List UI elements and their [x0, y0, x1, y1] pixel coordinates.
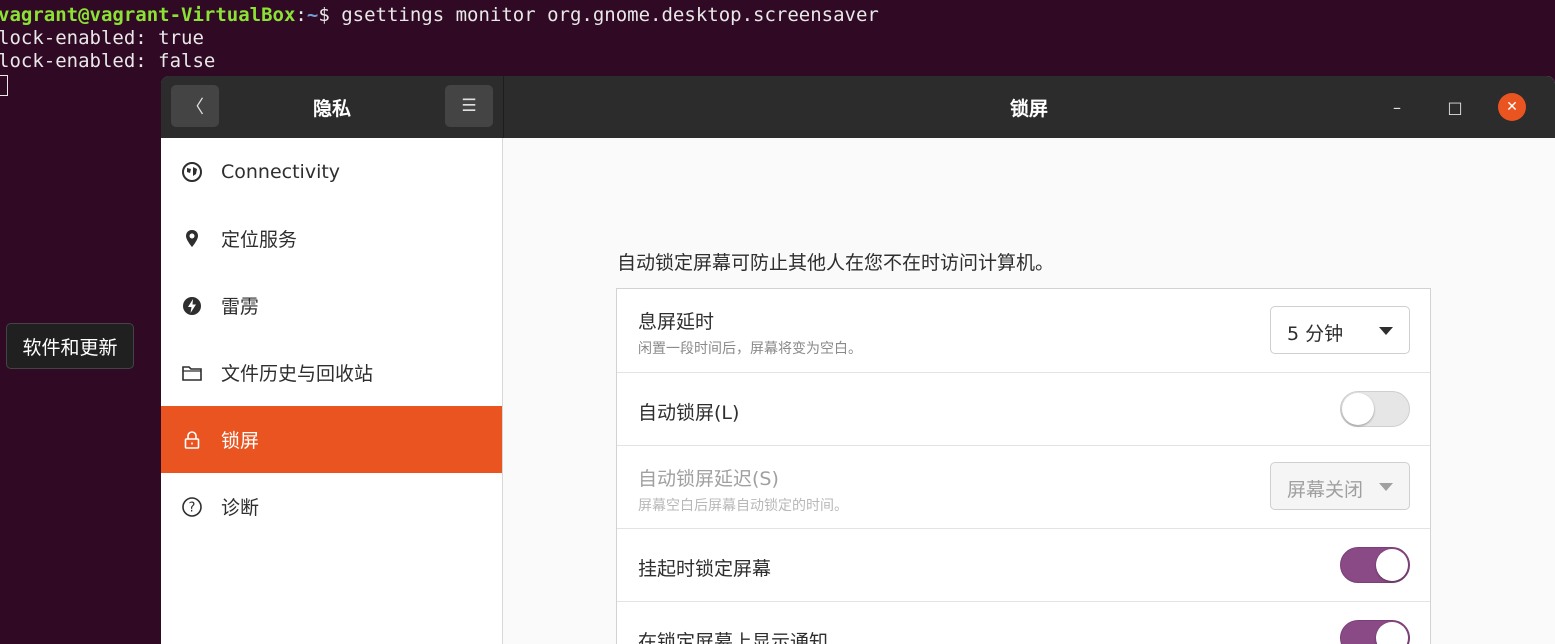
- setting-row-auto-lock-delay: 自动锁屏延迟(S) 屏幕空白后屏幕自动锁定的时间。 屏幕关闭: [617, 446, 1430, 529]
- sidebar-item-label: 雷雳: [221, 296, 260, 318]
- terminal-cursor: [0, 75, 8, 96]
- setting-title: 息屏延时: [638, 311, 715, 333]
- sidebar-item-label: 定位服务: [221, 229, 298, 251]
- prompt-path: ~: [306, 4, 319, 26]
- lock-screen-notifications-toggle[interactable]: [1340, 620, 1410, 644]
- location-pin-icon: [181, 228, 203, 250]
- setting-row-auto-lock: 自动锁屏(L): [617, 373, 1430, 446]
- lock-icon: [181, 429, 203, 451]
- dock-tooltip: 软件和更新: [6, 323, 134, 369]
- setting-title: 在锁定屏幕上显示通知: [638, 631, 829, 644]
- sidebar-item-label: 文件历史与回收站: [221, 363, 374, 385]
- setting-title: 自动锁屏(L): [638, 402, 740, 424]
- terminal-prompt-line: vagrant@vagrant-VirtualBox:~$ gsettings …: [0, 4, 879, 27]
- auto-lock-toggle[interactable]: [1340, 391, 1410, 427]
- globe-icon: [181, 161, 203, 183]
- toggle-knob: [1342, 393, 1374, 425]
- blank-screen-delay-dropdown[interactable]: 5 分钟: [1270, 306, 1410, 354]
- prompt-command: $ gsettings monitor org.gnome.desktop.sc…: [318, 4, 879, 26]
- sidebar-item-thunderbolt[interactable]: 雷雳: [161, 272, 502, 339]
- content-area: 自动锁定屏幕可防止其他人在您不在时访问计算机。 息屏延时 闲置一段时间后，屏幕将…: [503, 138, 1555, 644]
- sidebar-item-screen-lock[interactable]: 锁屏: [161, 406, 502, 473]
- setting-row-blank-screen-delay: 息屏延时 闲置一段时间后，屏幕将变为空白。 5 分钟: [617, 289, 1430, 373]
- svg-text:?: ?: [189, 500, 196, 515]
- sidebar-item-label: 锁屏: [221, 430, 260, 452]
- back-button[interactable]: 〈: [171, 85, 219, 127]
- sidebar-item-label: Connectivity: [221, 160, 341, 183]
- setting-subtitle: 闲置一段时间后，屏幕将变为空白。: [638, 341, 862, 357]
- terminal-output-line: lock-enabled: true: [0, 27, 204, 49]
- sidebar: Connectivity 定位服务 雷雳 文件历史与回收站 锁屏 ? 诊断: [161, 138, 503, 644]
- dropdown-arrow-icon: [1379, 483, 1393, 491]
- chevron-left-icon: 〈: [186, 97, 204, 118]
- sidebar-item-connectivity[interactable]: Connectivity: [161, 138, 502, 205]
- thunderbolt-icon: [181, 295, 203, 317]
- setting-title: 自动锁屏延迟(S): [638, 468, 779, 490]
- hamburger-icon: ☰: [461, 96, 477, 116]
- sidebar-item-location-services[interactable]: 定位服务: [161, 205, 502, 272]
- maximize-button[interactable]: □: [1441, 93, 1469, 121]
- sidebar-item-diagnostics[interactable]: ? 诊断: [161, 473, 502, 540]
- settings-window: 〈 隐私 ☰ 锁屏 – □ ✕ Connectivity 定位服务 雷雳 文件历…: [161, 76, 1555, 644]
- titlebar[interactable]: 〈 隐私 ☰ 锁屏 – □ ✕: [161, 76, 1555, 138]
- terminal-output-line: lock-enabled: false: [0, 50, 216, 72]
- sidebar-header: 〈 隐私 ☰: [161, 76, 504, 138]
- help-icon: ?: [181, 496, 203, 518]
- lock-on-suspend-toggle[interactable]: [1340, 547, 1410, 583]
- close-icon: ✕: [1506, 99, 1518, 115]
- minimize-button[interactable]: –: [1383, 93, 1411, 121]
- folder-icon: [181, 362, 203, 384]
- prompt-separator: :: [295, 4, 307, 26]
- settings-list: 息屏延时 闲置一段时间后，屏幕将变为空白。 5 分钟 自动锁屏(L) 自动锁屏延…: [616, 288, 1431, 644]
- sidebar-item-label: 诊断: [221, 497, 260, 519]
- dropdown-arrow-icon: [1379, 327, 1393, 335]
- close-button[interactable]: ✕: [1498, 93, 1526, 121]
- setting-row-lock-screen-notifications: 在锁定屏幕上显示通知: [617, 602, 1430, 644]
- menu-button[interactable]: ☰: [445, 85, 493, 127]
- setting-row-lock-on-suspend: 挂起时锁定屏幕: [617, 529, 1430, 602]
- setting-subtitle: 屏幕空白后屏幕自动锁定的时间。: [638, 498, 848, 514]
- page-description: 自动锁定屏幕可防止其他人在您不在时访问计算机。: [617, 252, 1055, 274]
- sidebar-item-file-history-trash[interactable]: 文件历史与回收站: [161, 339, 502, 406]
- prompt-user: vagrant@vagrant-VirtualBox: [0, 4, 296, 26]
- dropdown-value: 5 分钟: [1287, 323, 1344, 345]
- setting-title: 挂起时锁定屏幕: [638, 558, 772, 580]
- minimize-icon: –: [1393, 97, 1401, 117]
- toggle-knob: [1376, 622, 1408, 644]
- sidebar-title: 隐私: [312, 97, 351, 120]
- maximize-icon: □: [1447, 97, 1463, 117]
- auto-lock-delay-dropdown[interactable]: 屏幕关闭: [1270, 462, 1410, 510]
- toggle-knob: [1376, 549, 1408, 581]
- dropdown-value: 屏幕关闭: [1287, 479, 1364, 501]
